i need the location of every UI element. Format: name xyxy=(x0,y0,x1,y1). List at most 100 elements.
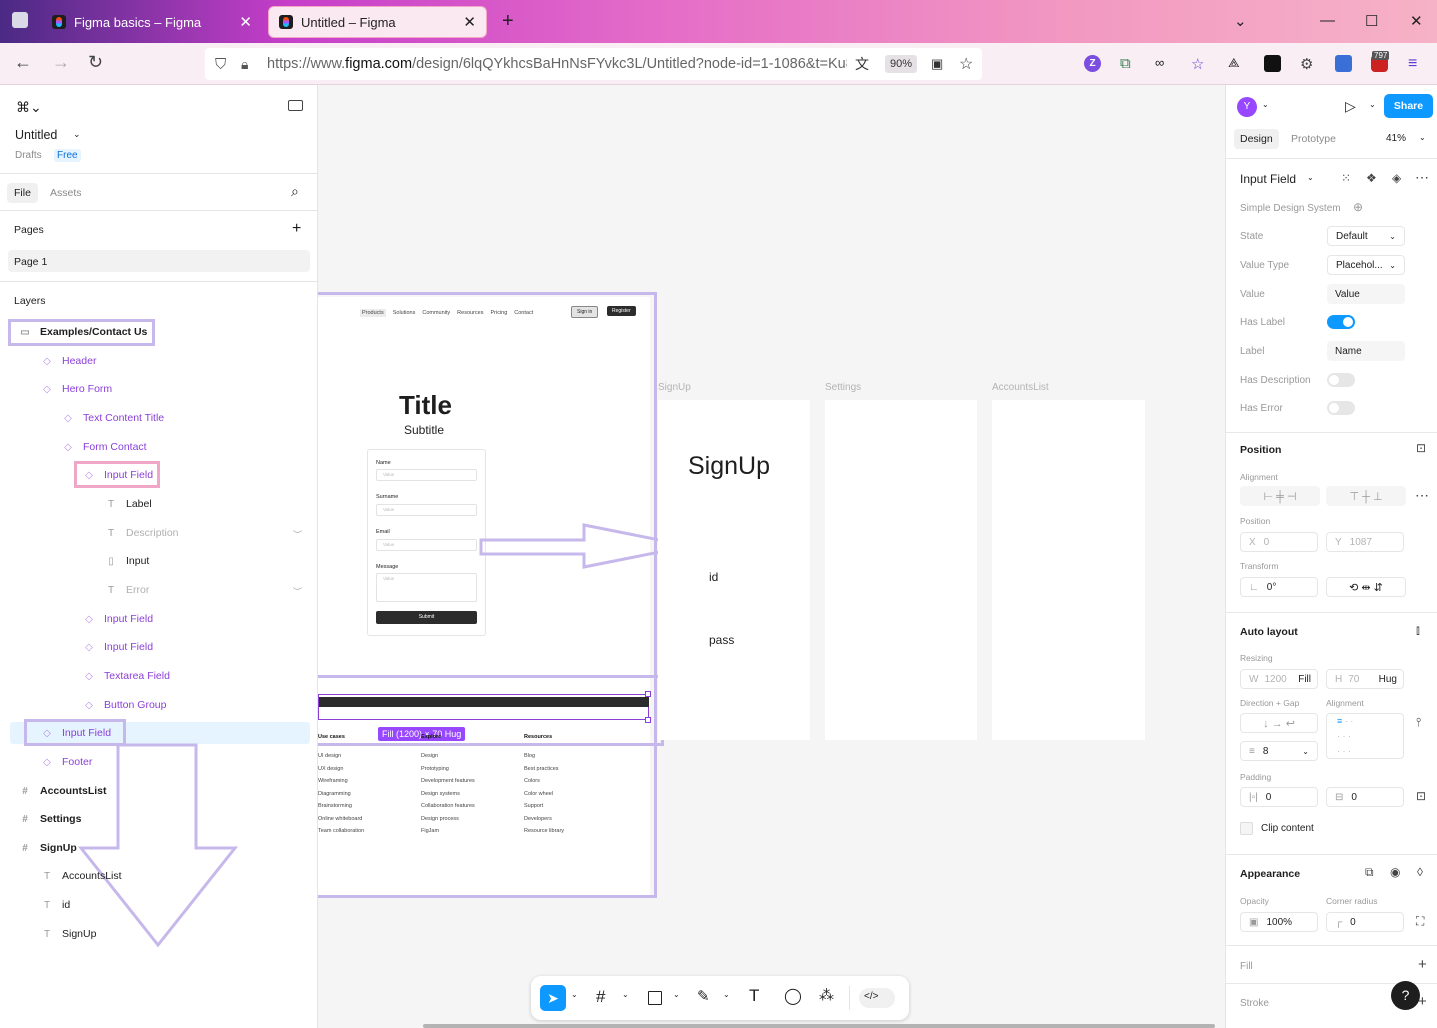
layer-item[interactable]: ▯ Input xyxy=(0,549,318,573)
figma-menu-icon[interactable]: ⌘⌄ xyxy=(16,99,42,116)
layer-item[interactable]: T Description xyxy=(0,521,318,545)
layer-item[interactable]: ◇ Input Field xyxy=(0,635,318,659)
corner-radius-input[interactable]: ┌ 0 xyxy=(1326,912,1404,932)
layer-item[interactable]: ◇ Form Contact xyxy=(0,435,318,459)
extension-z-icon[interactable]: Z xyxy=(1084,55,1101,72)
frame-settings[interactable] xyxy=(825,400,977,740)
extension-arrow-icon[interactable]: ⟁ xyxy=(1228,55,1245,72)
back-button[interactable]: ← xyxy=(14,52,32,73)
search-icon[interactable]: ⌕ xyxy=(291,183,299,200)
plan-badge[interactable]: Free xyxy=(54,149,81,162)
clip-content-checkbox[interactable] xyxy=(1240,822,1253,835)
layer-item[interactable]: ◇ Input Field xyxy=(0,721,318,745)
maximize-button[interactable]: ☐ xyxy=(1365,12,1378,30)
horizontal-scrollbar[interactable] xyxy=(423,1024,1215,1028)
variable-mode-icon[interactable]: ⧉ xyxy=(1365,865,1374,880)
blend-mode-drop-icon[interactable]: ◊ xyxy=(1417,865,1423,879)
padding-vertical-input[interactable]: ⊟ 0 xyxy=(1326,787,1404,807)
forward-button[interactable]: → xyxy=(52,52,70,73)
label-input[interactable]: Name xyxy=(1327,341,1405,361)
sidebar-toggle-icon[interactable] xyxy=(288,100,303,111)
has-description-toggle[interactable] xyxy=(1327,373,1355,387)
value-input[interactable]: Value xyxy=(1327,284,1405,304)
gap-input[interactable]: ≡ 8 ⌄ xyxy=(1240,741,1318,761)
chevron-down-icon[interactable]: ⌄ xyxy=(73,129,81,140)
chevron-down-icon[interactable]: ⌄ xyxy=(1234,12,1247,30)
component-name[interactable]: Input Field xyxy=(1240,172,1296,186)
layer-item[interactable]: ◇ Header xyxy=(0,349,318,373)
layout-settings-icon[interactable]: ⫯ xyxy=(1416,715,1421,730)
opacity-input[interactable]: ▣ 100% xyxy=(1240,912,1318,932)
add-page-icon[interactable]: + xyxy=(292,220,301,238)
layer-item[interactable]: T Error xyxy=(0,578,318,602)
frame-tool-icon[interactable]: # xyxy=(596,987,605,1007)
position-target-icon[interactable]: ⊡ xyxy=(1416,441,1426,455)
page-item[interactable]: Page 1 xyxy=(8,250,310,272)
zoom-level[interactable]: 41% xyxy=(1386,133,1406,144)
auto-layout-icon[interactable]: ⫾ xyxy=(1416,623,1420,638)
layer-item[interactable]: ◇ Input Field xyxy=(0,463,318,487)
layer-item[interactable]: ◇ Button Group xyxy=(0,693,318,717)
alignment-group[interactable]: ⊢ ╪ ⊣ xyxy=(1240,486,1320,506)
frame-label-settings[interactable]: Settings xyxy=(825,382,861,393)
width-input[interactable]: W 1200 Fill xyxy=(1240,669,1318,689)
globe-icon[interactable]: ⊕ xyxy=(1353,200,1363,214)
more-icon[interactable]: ⋯ xyxy=(1415,487,1429,504)
layer-item[interactable]: ▭ Examples/Contact Us xyxy=(0,320,318,344)
lock-icon[interactable]: 🔒︎ xyxy=(241,56,248,73)
visibility-eye-icon[interactable]: ◉ xyxy=(1390,865,1400,879)
layer-item[interactable]: Tid xyxy=(0,893,318,917)
alignment-grid[interactable]: ≡ · · · · · · · · xyxy=(1326,713,1404,759)
pen-tool-icon[interactable]: ✎ xyxy=(697,987,710,1005)
grid-icon[interactable]: ⁙ xyxy=(1341,171,1351,185)
dev-mode-toggle-icon[interactable]: </> xyxy=(859,988,895,1008)
tab-assets[interactable]: Assets xyxy=(50,187,82,199)
file-name[interactable]: Untitled xyxy=(15,128,57,142)
extension-gear-icon[interactable]: ⚙ xyxy=(1300,55,1317,73)
frame-label-signup[interactable]: SignUp xyxy=(658,382,691,393)
text-tool-icon[interactable]: T xyxy=(749,986,759,1006)
layer-item[interactable]: ◇ Hero Form xyxy=(0,377,318,401)
tab-design[interactable]: Design xyxy=(1234,129,1279,149)
translate-page-icon[interactable]: ▣ xyxy=(931,56,943,72)
extension-app-icon[interactable] xyxy=(1264,55,1281,72)
transform-group[interactable]: ⟲ ⇹ ⇵ xyxy=(1326,577,1406,597)
extension-puzzle-icon[interactable]: ⧉ xyxy=(1120,55,1137,72)
component-icon[interactable]: ❖ xyxy=(1366,171,1377,185)
layer-item[interactable]: ◇ Footer xyxy=(0,750,318,774)
layer-item[interactable]: # AccountsList xyxy=(0,779,318,803)
chevron-down-icon[interactable]: ⌄ xyxy=(723,990,730,999)
layer-item[interactable]: T AccountsList xyxy=(0,864,318,888)
add-fill-icon[interactable]: + xyxy=(1418,956,1427,973)
actions-tool-icon[interactable]: ⁂ xyxy=(819,986,834,1004)
layer-item[interactable]: # SignUp xyxy=(0,836,318,860)
detach-icon[interactable]: ◈ xyxy=(1392,171,1401,185)
move-tool-icon[interactable]: ➤ xyxy=(540,985,566,1011)
minimize-button[interactable]: — xyxy=(1320,12,1335,29)
library-name[interactable]: Simple Design System xyxy=(1240,203,1341,214)
layer-item[interactable]: # Settings xyxy=(0,807,318,831)
frame-signup[interactable]: SignUp id pass xyxy=(658,400,810,740)
shield-icon[interactable]: ⛉ xyxy=(215,56,226,73)
value-type-select[interactable]: Placehol... ⌄ xyxy=(1327,255,1405,275)
x-input[interactable]: X0 xyxy=(1240,532,1318,552)
chevron-down-icon[interactable]: ⌄ xyxy=(622,990,629,999)
play-icon[interactable]: ▷ xyxy=(1345,98,1356,115)
height-input[interactable]: H 70 Hug xyxy=(1326,669,1404,689)
comment-tool-icon[interactable]: ◯ xyxy=(784,986,802,1006)
url-text[interactable]: https://www.figma.com/design/6lqQYkhcsBa… xyxy=(267,56,847,72)
url-bar[interactable]: ⛉ 🔒︎ https://www.figma.com/design/6lqQYk… xyxy=(205,48,982,80)
extension-translate-icon[interactable] xyxy=(1335,55,1352,72)
chevron-down-icon[interactable]: ⌄ xyxy=(571,990,578,999)
new-tab-button[interactable]: + xyxy=(502,10,514,33)
reload-button[interactable]: ↻ xyxy=(88,52,103,73)
state-select[interactable]: Default ⌄ xyxy=(1327,226,1405,246)
chevron-down-icon[interactable]: ⌄ xyxy=(1369,100,1376,109)
extension-glasses-icon[interactable]: ∞ xyxy=(1155,55,1172,72)
has-label-toggle[interactable] xyxy=(1327,315,1355,329)
frame-accounts-list[interactable] xyxy=(992,400,1145,740)
close-icon[interactable]: ✕ xyxy=(239,13,252,31)
tab-prototype[interactable]: Prototype xyxy=(1291,133,1336,145)
more-icon[interactable]: ⋯ xyxy=(1415,169,1429,186)
frame-label-accounts[interactable]: AccountsList xyxy=(992,382,1049,393)
